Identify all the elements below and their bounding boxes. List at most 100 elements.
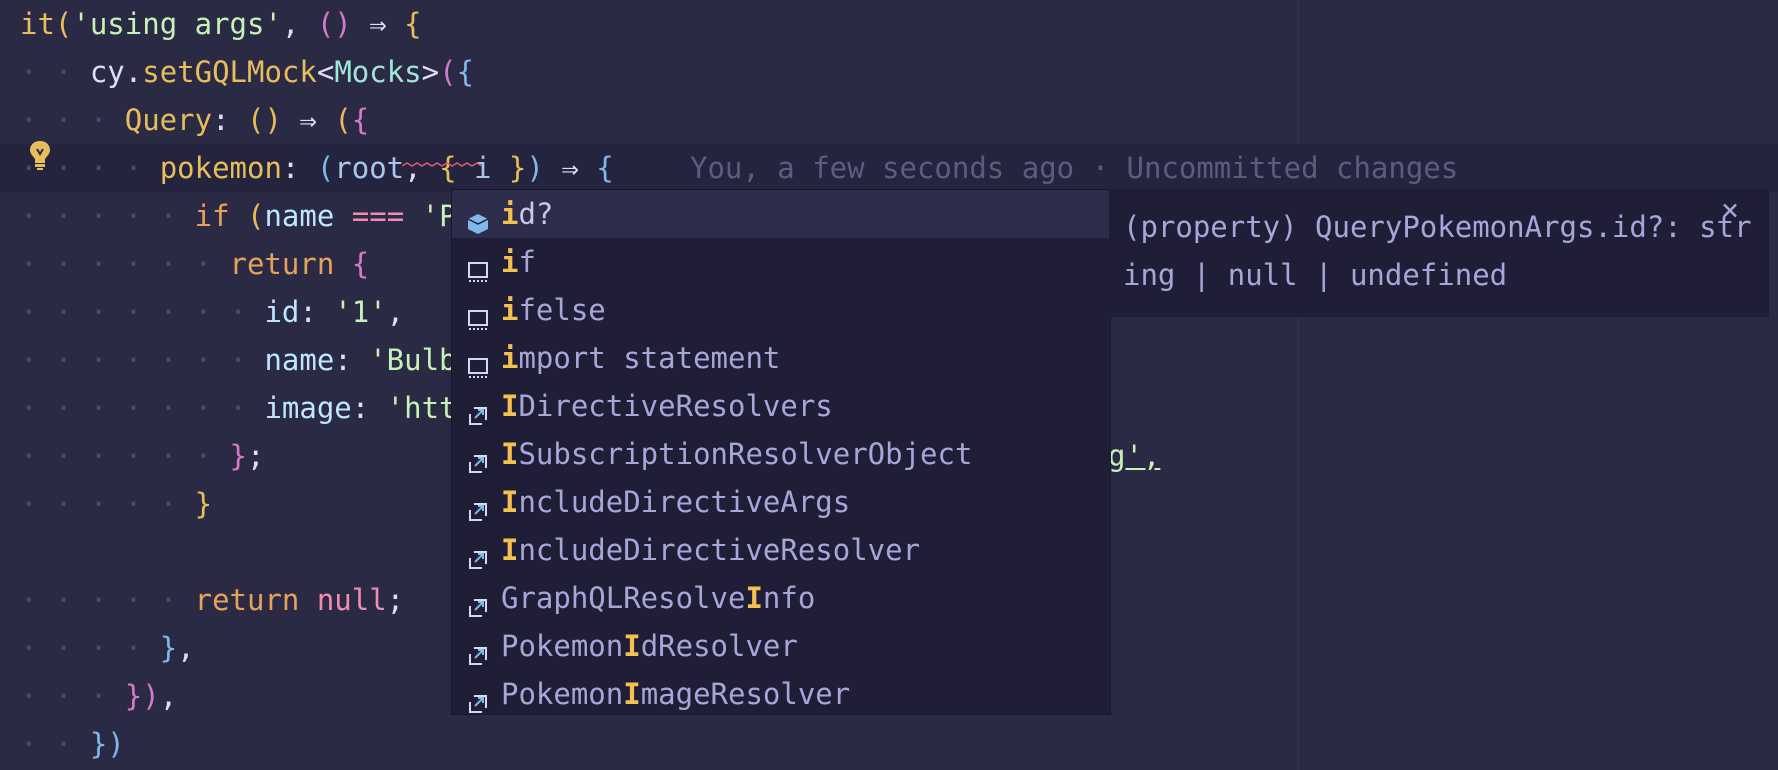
code-token: } xyxy=(194,487,213,521)
suggest-item[interactable]: import statement xyxy=(452,334,1110,382)
code-token: return xyxy=(194,583,317,617)
reference-icon xyxy=(466,682,490,713)
indent-guides: · · · · · · · xyxy=(20,343,265,377)
code-token: , xyxy=(159,679,178,713)
suggest-item[interactable]: if xyxy=(452,238,1110,286)
suggest-item[interactable]: PokemonIdResolver xyxy=(452,622,1110,670)
code-token: ⇒ xyxy=(351,7,405,41)
snippet-icon xyxy=(466,298,490,330)
code-token: pokemon xyxy=(159,151,282,185)
code-token: , xyxy=(177,631,195,665)
code-token: root xyxy=(334,151,405,185)
code-token: } xyxy=(508,151,527,185)
code-token: setGQLMock xyxy=(142,55,317,89)
suggest-item-label: GraphQLResolveInfo xyxy=(501,581,816,615)
code-token: , xyxy=(386,295,405,329)
code-token: { xyxy=(351,247,370,281)
indent-guides: · · xyxy=(20,55,90,89)
code-token: Mocks xyxy=(334,55,422,89)
code-token: ( xyxy=(439,55,457,89)
code-token: ( xyxy=(54,7,73,41)
code-token: : xyxy=(299,295,335,329)
suggest-item[interactable]: IncludeDirectiveArgs xyxy=(452,478,1110,526)
suggest-item[interactable]: ISubscriptionResolverObject xyxy=(452,430,1110,478)
code-token: ; xyxy=(246,439,265,473)
code-token: ⇒ xyxy=(543,151,597,185)
indent-guides: · · · · · · · xyxy=(20,295,265,329)
indent-guides: · · · xyxy=(20,103,125,137)
code-token: { xyxy=(404,7,422,41)
code-text: · · }) xyxy=(20,720,125,768)
close-icon[interactable]: × xyxy=(1721,193,1739,228)
snippet-icon xyxy=(466,250,490,282)
reference-icon xyxy=(466,538,490,569)
suggest-item-label: if xyxy=(501,245,536,279)
code-token: () xyxy=(316,7,352,41)
suggest-item[interactable]: IDirectiveResolvers xyxy=(452,382,1110,430)
code-line: it('using args', () ⇒ { xyxy=(0,0,1778,48)
suggest-details: (property) QueryPokemonArgs.id?: str ing… xyxy=(1109,189,1769,317)
code-token: name xyxy=(264,343,335,377)
code-token: ) xyxy=(526,151,544,185)
suggest-item-label: IncludeDirectiveResolver xyxy=(501,533,921,567)
indent-guides: · · xyxy=(20,727,90,761)
code-token: > xyxy=(421,55,440,89)
code-token: } xyxy=(229,439,247,473)
suggest-item-label: ifelse xyxy=(501,293,606,327)
suggest-item[interactable]: ifelse xyxy=(452,286,1110,334)
suggest-item[interactable]: PokemonImageResolver xyxy=(452,670,1110,718)
code-token: ( xyxy=(334,103,352,137)
snippet-icon xyxy=(466,346,490,378)
code-token: } xyxy=(159,631,178,665)
indent-guides: · · · · xyxy=(20,631,160,665)
code-text: · · · · }, xyxy=(20,624,195,672)
error-squiggle xyxy=(402,162,482,167)
reference-icon xyxy=(466,586,490,617)
details-text: (property) QueryPokemonArgs.id?: str ing… xyxy=(1123,210,1752,292)
code-token: null xyxy=(316,583,387,617)
reference-icon xyxy=(466,394,490,425)
suggest-item[interactable]: GraphQLResolveInfo xyxy=(452,574,1110,622)
code-line: · · cy.setGQLMock<Mocks>({ xyxy=(0,48,1778,96)
code-token: < xyxy=(316,55,335,89)
code-token: === xyxy=(334,199,422,233)
code-token: ⇒ xyxy=(281,103,335,137)
code-token: { xyxy=(439,151,457,185)
reference-icon xyxy=(466,442,490,473)
code-text: · · · · · if (name === 'Pik xyxy=(20,192,491,240)
suggest-item-label: IDirectiveResolvers xyxy=(501,389,833,423)
indent-guides: · · · · · xyxy=(20,583,195,617)
indent-guides: · · · · · xyxy=(20,487,195,521)
code-token: if xyxy=(194,199,247,233)
code-token: { xyxy=(456,55,475,89)
code-token: : xyxy=(281,151,317,185)
suggest-item-label: PokemonImageResolver xyxy=(501,677,851,711)
suggest-item[interactable]: IncludeDirectiveResolver xyxy=(452,526,1110,574)
git-blame-annotation: You, a few seconds ago · Uncommitted cha… xyxy=(690,151,1459,185)
code-token: cy. xyxy=(89,55,143,89)
code-line: · · · · pokemon: (root, { i }) ⇒ {You, a… xyxy=(0,144,1778,192)
code-token: }) xyxy=(89,727,125,761)
code-text: · · · }), xyxy=(20,672,177,720)
code-token: it xyxy=(20,7,55,41)
code-token: Query xyxy=(124,103,213,137)
indent-guides: · · · · · xyxy=(20,199,195,233)
suggest-item-label: import statement xyxy=(501,341,781,375)
code-text: · · · · · } xyxy=(20,480,212,528)
code-token: id xyxy=(264,295,300,329)
code-token: ; xyxy=(386,583,405,617)
suggest-item-label: id? xyxy=(501,197,554,231)
code-line: · · · Query: () ⇒ ({ xyxy=(0,96,1778,144)
code-token: return xyxy=(229,247,352,281)
code-token: ( xyxy=(247,199,265,233)
code-token: }) xyxy=(124,679,160,713)
code-token: : xyxy=(334,343,370,377)
lightbulb-icon[interactable] xyxy=(27,139,53,171)
indent-guides: · · · · · · xyxy=(20,247,230,281)
suggest-item[interactable]: id? xyxy=(452,190,1110,238)
indent-guides: · · · xyxy=(20,679,125,713)
code-text: · · · · · · return { xyxy=(20,240,369,288)
code-text: · · · · · return null; xyxy=(20,576,404,624)
suggest-widget[interactable]: id? if ifelse import statement IDirectiveRes… xyxy=(451,189,1111,715)
code-token: i xyxy=(456,151,509,185)
